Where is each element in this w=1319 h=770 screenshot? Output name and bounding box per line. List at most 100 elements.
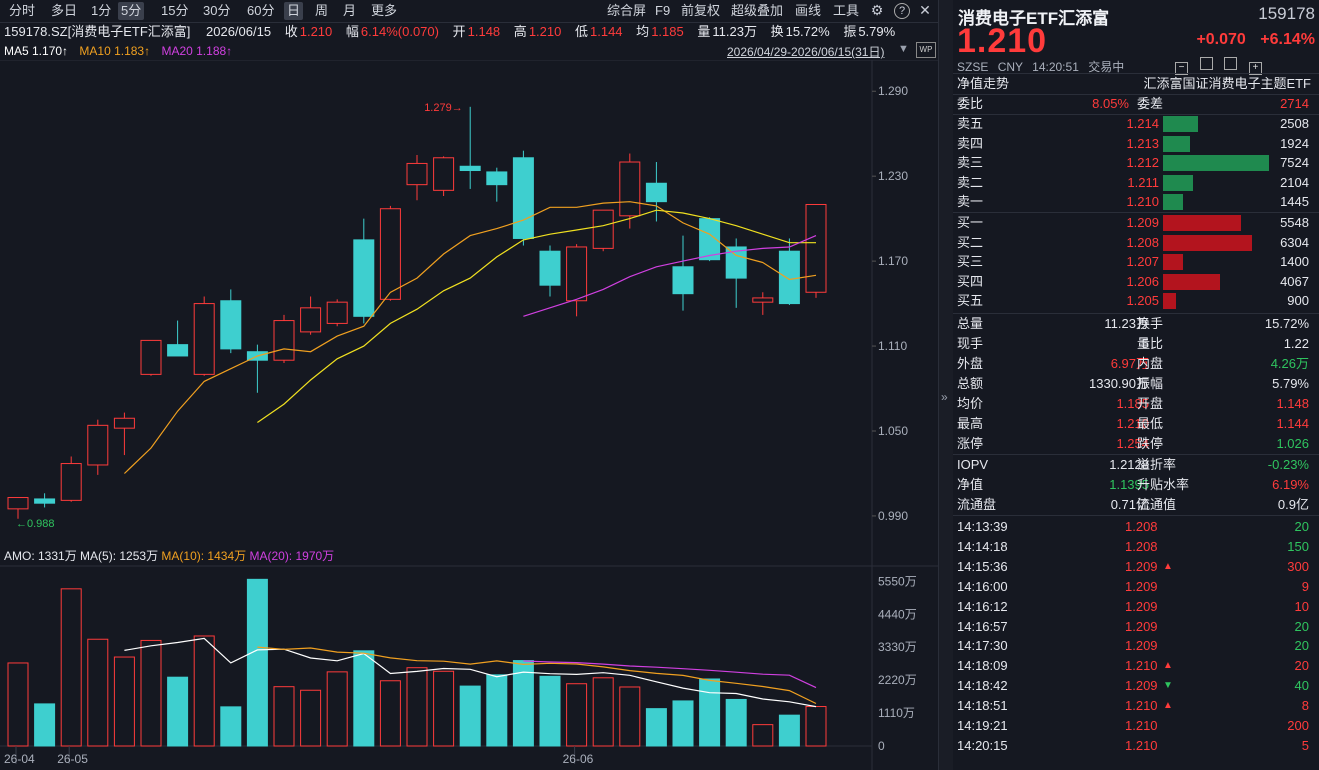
- tool-button-3[interactable]: 超级叠加: [728, 2, 786, 20]
- ask-price: 1.210: [1126, 194, 1159, 210]
- candle-body: [60, 463, 82, 501]
- tick-volume: 150: [1287, 538, 1309, 554]
- ask-row[interactable]: 卖三 1.212 7524: [953, 153, 1319, 173]
- tick-row[interactable]: 14:18:09 1.210 ▲ 20: [953, 656, 1319, 676]
- tool-button-1[interactable]: F9: [652, 2, 673, 20]
- period-tab-6[interactable]: 60分: [244, 2, 277, 20]
- tick-volume: 300: [1287, 558, 1309, 574]
- candle-body: [672, 266, 694, 295]
- price-axis-label: 1.290: [878, 84, 908, 98]
- turnover-label: 换: [770, 24, 784, 39]
- tick-price: 1.208: [1125, 538, 1158, 554]
- ask-row[interactable]: 卖一 1.210 1445: [953, 192, 1319, 212]
- tick-row[interactable]: 14:16:00 1.209 9: [953, 577, 1319, 597]
- stats-row: 均价 1.185 开盘 1.148: [953, 394, 1319, 414]
- stat-value: 1.148: [1276, 396, 1309, 411]
- price-axis-label: 1.050: [878, 424, 908, 438]
- gear-icon[interactable]: ⚙: [868, 1, 886, 19]
- period-tab-0[interactable]: 分时: [6, 2, 38, 20]
- candle-body: [592, 209, 614, 249]
- period-tab-3[interactable]: 5分: [118, 2, 145, 20]
- tool-button-4[interactable]: 画线: [792, 2, 824, 20]
- volume-legend-amo: AMO: 1331万: [4, 549, 80, 563]
- stat-label: 溢折率: [1137, 457, 1177, 472]
- ask-row[interactable]: 卖五 1.214 2508: [953, 114, 1319, 134]
- ask-row[interactable]: 卖二 1.211 2104: [953, 173, 1319, 193]
- high-annotation: 1.279→: [424, 102, 463, 114]
- bid-volume: 6304: [1280, 234, 1309, 250]
- tool-button-5[interactable]: 工具: [830, 2, 862, 20]
- bid-label: 买二: [957, 234, 984, 250]
- tick-row[interactable]: 14:14:18 1.208 150: [953, 537, 1319, 557]
- bid-row[interactable]: 买四 1.206 4067: [953, 272, 1319, 292]
- period-tab-2[interactable]: 1分: [88, 2, 114, 20]
- volume-bar: [353, 650, 375, 747]
- tick-price: 1.210: [1125, 658, 1158, 674]
- bid-row[interactable]: 买一 1.209 5548: [953, 213, 1319, 233]
- ask-price: 1.212: [1126, 155, 1159, 171]
- toolbar: 分时 多日 1分 5分 15分 30分 60分日周月更多 综合屏 F9 前复权 超级叠加 画线 工具 ⚙?…: [0, 0, 938, 23]
- tick-row[interactable]: 14:13:39 1.208 20: [953, 517, 1319, 537]
- stat-label: 流通值: [1137, 497, 1177, 512]
- date-range[interactable]: 2026/04/29-2026/06/15(31日): [727, 43, 884, 60]
- period-tab-10[interactable]: 更多: [368, 2, 400, 20]
- tick-row[interactable]: 14:15:36 1.209 ▲ 300: [953, 557, 1319, 577]
- dropdown-arrow-icon[interactable]: ▼: [898, 43, 909, 55]
- period-tab-8[interactable]: 周: [312, 2, 331, 20]
- ma-legend: MA5 1.170↑ MA10 1.183↑ MA20 1.188↑: [4, 42, 232, 60]
- period-tab-7[interactable]: 日: [284, 2, 304, 20]
- stat-label: 换手: [1137, 316, 1164, 331]
- x-axis-label: 26-05: [57, 752, 88, 766]
- tick-row[interactable]: 14:16:12 1.209 10: [953, 597, 1319, 617]
- tool-button-0[interactable]: 综合屏: [604, 2, 649, 20]
- weibi-value: 8.05%: [1092, 96, 1129, 111]
- expand-icon[interactable]: »: [941, 390, 948, 404]
- stats-row: 总额 1330.90万 振幅 5.79%: [953, 374, 1319, 394]
- close-icon[interactable]: ✕: [916, 1, 934, 19]
- volume-bar: [87, 638, 109, 747]
- note-icon[interactable]: [1224, 57, 1238, 70]
- tick-row[interactable]: 14:17:30 1.209 20: [953, 636, 1319, 656]
- tick-time: 14:16:00: [957, 578, 1008, 594]
- tick-time: 14:16:12: [957, 598, 1008, 614]
- bid-row[interactable]: 买五 1.205 900: [953, 291, 1319, 311]
- bid-depth-bar: [1163, 254, 1183, 271]
- tick-row[interactable]: 14:18:42 1.209 ▼ 40: [953, 676, 1319, 696]
- ask-depth-bar: [1163, 135, 1191, 152]
- x-axis-label: 26-06: [563, 752, 594, 766]
- bid-row[interactable]: 买三 1.207 1400: [953, 252, 1319, 272]
- panel-code: 159178: [1258, 4, 1315, 23]
- ask-row[interactable]: 卖四 1.213 1924: [953, 134, 1319, 154]
- candle-body: [406, 162, 428, 186]
- bid-label: 买五: [957, 293, 984, 309]
- kline-chart[interactable]: 1.290 1.230 1.170 1.110 1.050 0.990 1.279→ ←0.9…: [0, 60, 938, 770]
- low-annotation: ←0.988: [16, 518, 55, 530]
- bid-row[interactable]: 买二 1.208 6304: [953, 233, 1319, 253]
- period-tab-9[interactable]: 月: [340, 2, 359, 20]
- nav-section-header[interactable]: 净值走势 汇添富国证消费电子主题ETF: [953, 74, 1319, 94]
- tick-time: 14:20:15: [957, 737, 1008, 753]
- volume-bar: [778, 714, 800, 747]
- tick-row[interactable]: 14:19:21 1.210 200: [953, 716, 1319, 736]
- volume-bar: [672, 700, 694, 747]
- tick-row[interactable]: 14:20:15 1.210 5: [953, 736, 1319, 756]
- open-value: 1.148: [467, 24, 501, 39]
- window-icon[interactable]: [1199, 57, 1213, 70]
- tick-row[interactable]: 14:18:51 1.210 ▲ 8: [953, 696, 1319, 716]
- tick-volume: 40: [1294, 678, 1309, 694]
- panel-splitter[interactable]: »: [938, 0, 954, 770]
- tool-button-2[interactable]: 前复权: [678, 2, 723, 20]
- volume-bar: [406, 667, 428, 747]
- period-tab-1[interactable]: 多日: [48, 2, 80, 20]
- wp-icon[interactable]: WP: [916, 42, 936, 58]
- ask-volume: 1924: [1280, 135, 1309, 151]
- stat-value: 6.19%: [1272, 477, 1309, 492]
- close-label: 收: [284, 24, 298, 39]
- period-tab-5[interactable]: 30分: [200, 2, 233, 20]
- candle-body: [539, 250, 561, 286]
- period-tab-4[interactable]: 15分: [158, 2, 191, 20]
- bid-depth-bar: [1163, 273, 1221, 290]
- tick-row[interactable]: 14:16:57 1.209 20: [953, 617, 1319, 637]
- quote-bar: 159178.SZ[消费电子ETF汇添富] 2026/06/15 收 1.210 …: [4, 23, 897, 41]
- help-icon[interactable]: ?: [894, 3, 910, 19]
